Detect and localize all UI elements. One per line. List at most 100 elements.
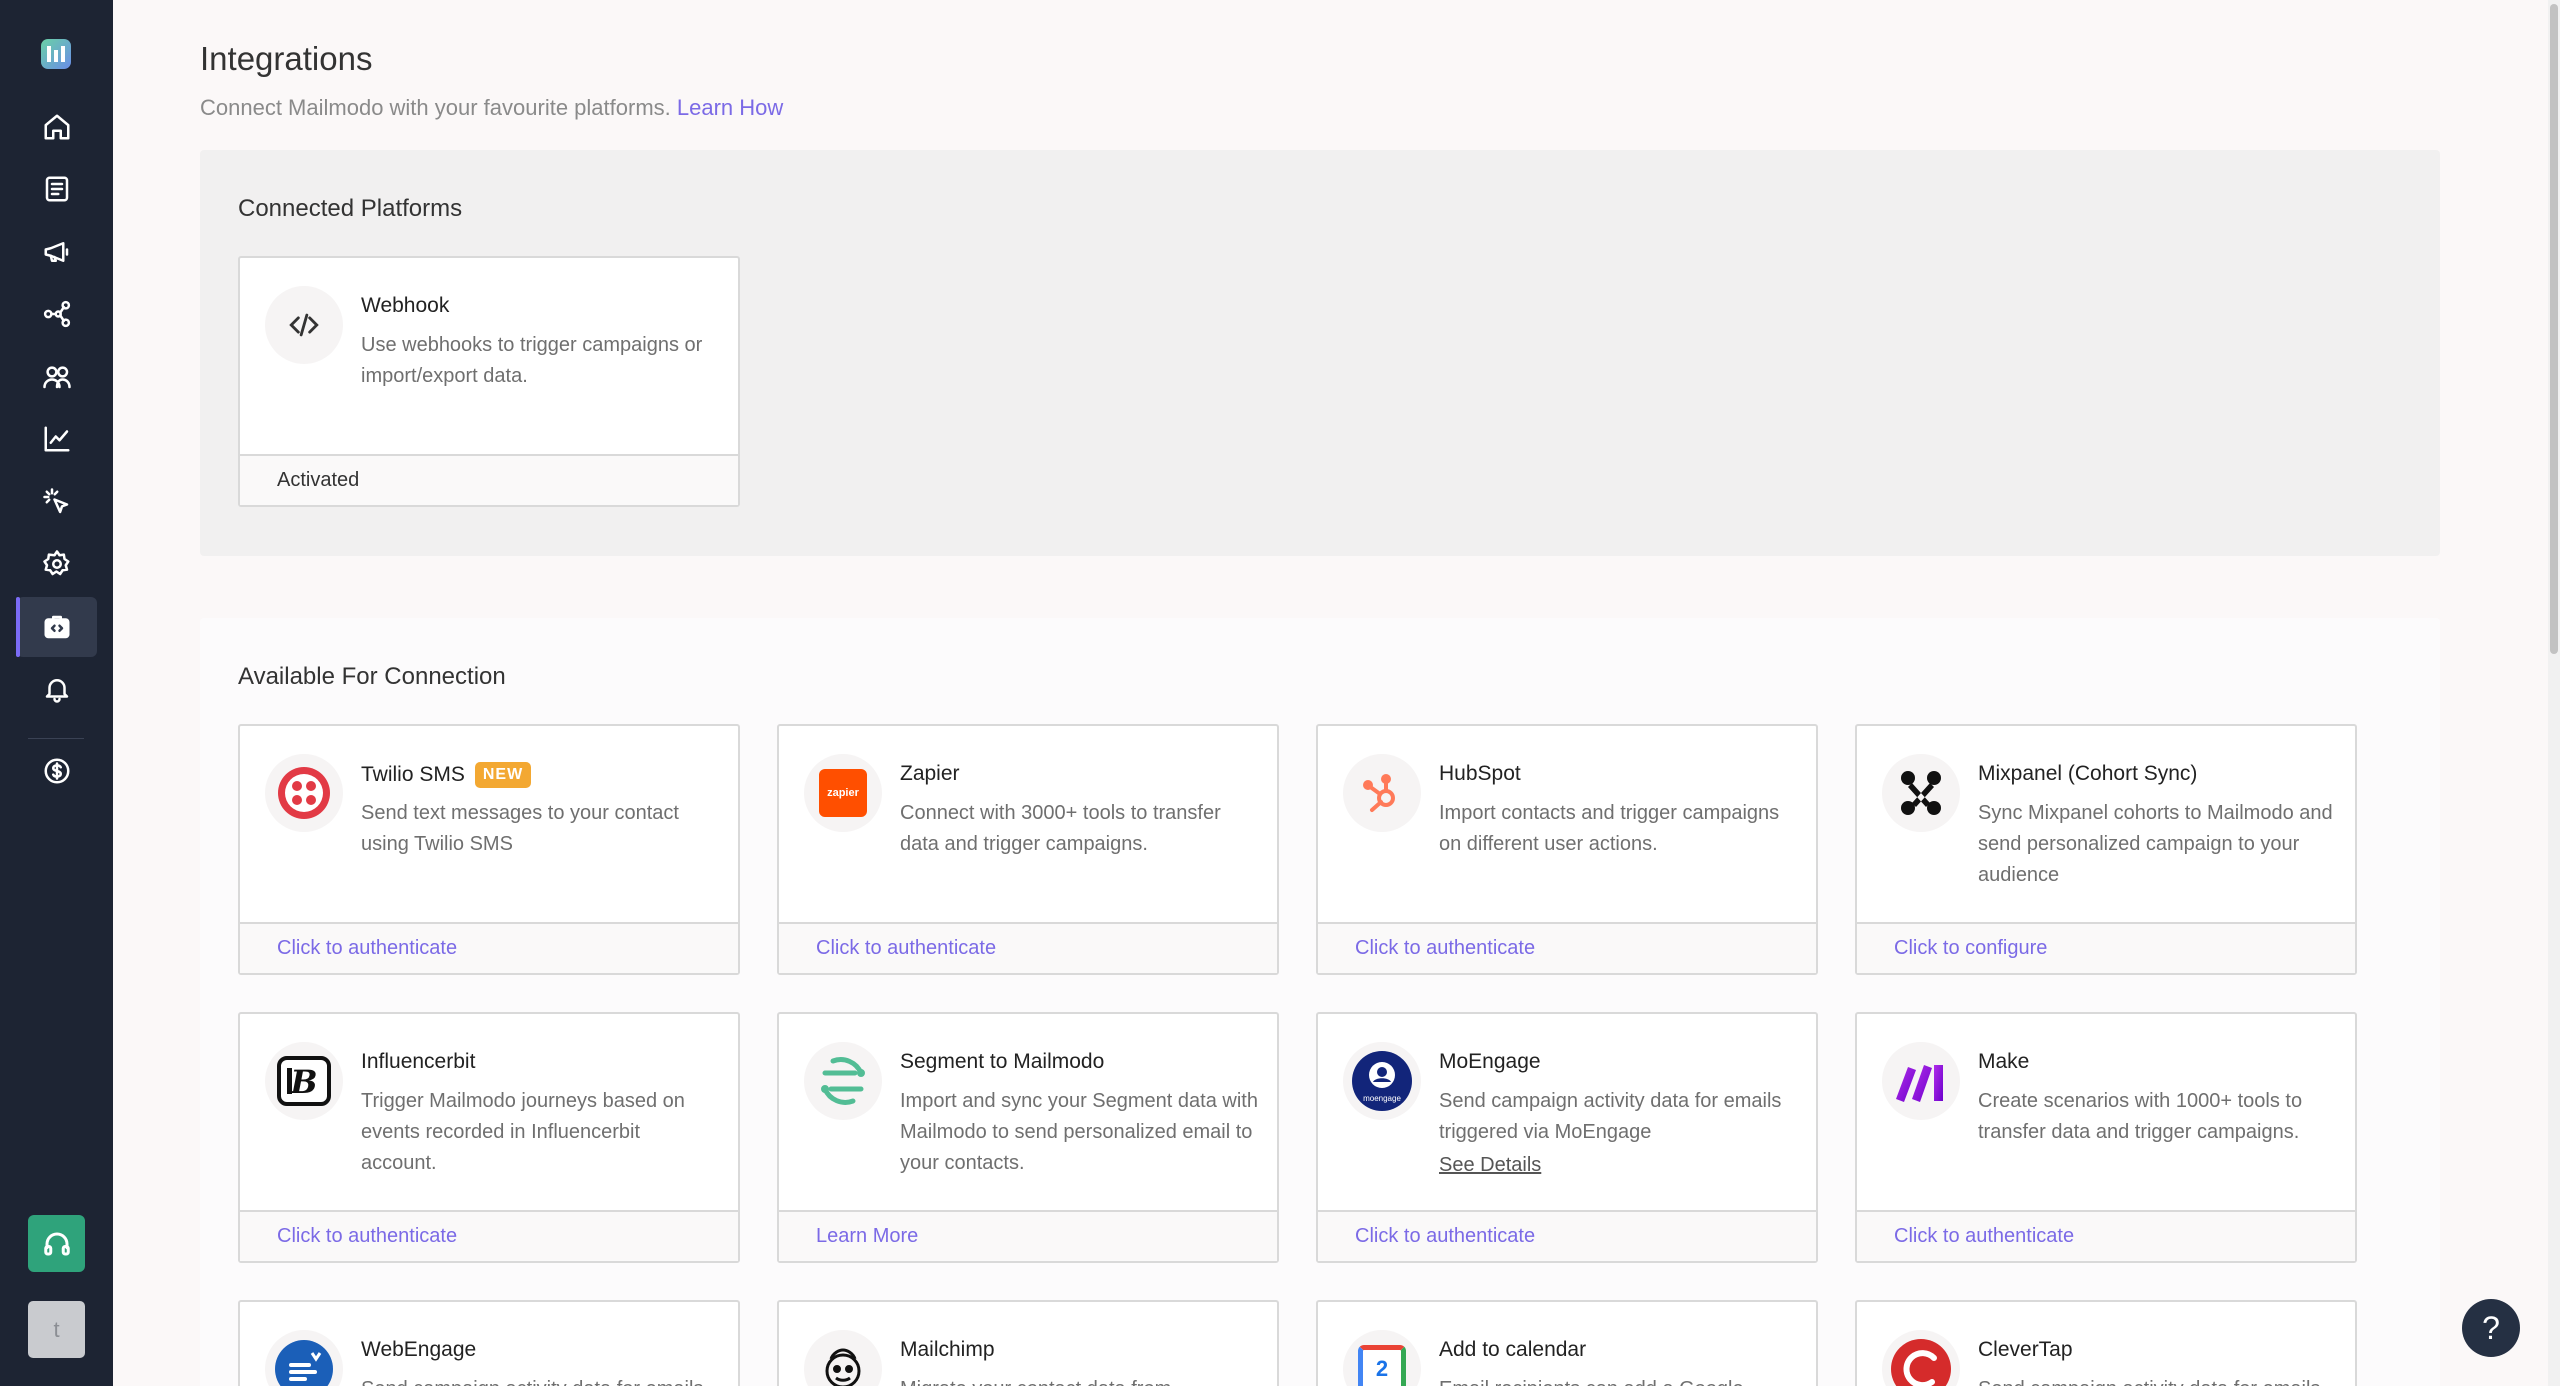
bell-icon — [45, 679, 69, 703]
card-name: Influencerbit — [361, 1050, 476, 1073]
integration-card-add-to-calendar[interactable]: 2 Add to calendar Email recipients can a… — [1316, 1300, 1818, 1386]
gear-icon — [43, 550, 70, 576]
page-title: Integrations — [200, 40, 373, 77]
nav-contacts[interactable] — [17, 347, 97, 407]
integration-card-zapier[interactable]: zapier Zapier Connect with 3000+ tools t… — [777, 724, 1279, 975]
home-icon — [44, 114, 70, 140]
card-name-text: Twilio SMS — [361, 763, 465, 786]
sidebar: t — [0, 0, 113, 1386]
card-name: Twilio SMS NEW — [361, 762, 532, 788]
card-description: Use webhooks to trigger campaigns or imp… — [361, 334, 703, 387]
integration-card-influencerbit[interactable]: B Influencerbit Trigger Mailmodo journey… — [238, 1012, 740, 1263]
card-name: Zapier — [900, 762, 960, 785]
integration-card-mixpanel[interactable]: Mixpanel (Cohort Sync) Sync Mixpanel coh… — [1855, 724, 2357, 975]
learn-how-link[interactable]: Learn How — [677, 95, 783, 120]
twilio-icon — [265, 754, 343, 832]
megaphone-icon — [44, 242, 69, 262]
section-title: Available For Connection — [238, 663, 506, 690]
card-name: Webhook — [361, 294, 450, 317]
journey-icon — [43, 300, 71, 328]
code-icon — [265, 286, 343, 364]
authenticate-link[interactable]: Click to authenticate — [1318, 1210, 1816, 1261]
available-section: Available For Connection Twilio SMS NEW S… — [200, 618, 2440, 1386]
document-icon — [45, 176, 69, 202]
integration-card-hubspot[interactable]: HubSpot Import contacts and trigger camp… — [1316, 724, 1818, 975]
nav-notifications[interactable] — [17, 659, 97, 719]
connected-platforms-section: Connected Platforms Webhook Use webhooks… — [200, 150, 2440, 556]
card-description: Email recipients can add a Google — [1439, 1374, 1799, 1386]
nav-templates[interactable] — [17, 159, 97, 219]
page-subtitle: Connect Mailmodo with your favourite pla… — [200, 95, 783, 121]
card-name: Mailchimp — [900, 1338, 995, 1361]
subtitle-text: Connect Mailmodo with your favourite pla… — [200, 95, 671, 120]
moengage-logo: moengage — [1352, 1051, 1412, 1111]
nav-home[interactable] — [17, 97, 97, 157]
page-scrollbar[interactable] — [2548, 0, 2560, 1386]
authenticate-link[interactable]: Click to authenticate — [240, 1210, 738, 1261]
learn-more-link[interactable]: Learn More — [779, 1210, 1277, 1261]
card-name: Mixpanel (Cohort Sync) — [1978, 762, 2198, 785]
card-name: MoEngage — [1439, 1050, 1541, 1073]
support-button[interactable] — [28, 1215, 85, 1272]
integration-card-webhook[interactable]: Webhook Use webhooks to trigger campaign… — [238, 256, 740, 507]
avatar[interactable]: t — [28, 1301, 85, 1358]
billing-icon — [44, 758, 70, 784]
authenticate-link[interactable]: Click to authenticate — [779, 922, 1277, 973]
zapier-icon: zapier — [804, 754, 882, 832]
card-name: Segment to Mailmodo — [900, 1050, 1105, 1073]
analytics-icon — [44, 426, 70, 452]
card-description: Import and sync your Segment data with M… — [900, 1090, 1258, 1174]
integration-card-mailchimp[interactable]: Mailchimp Migrate your contact data from — [777, 1300, 1279, 1386]
segment-icon — [804, 1042, 882, 1120]
integration-card-webengage[interactable]: WebEngage Send campaign activity data fo… — [238, 1300, 740, 1386]
nav-campaigns[interactable] — [17, 222, 97, 282]
card-description: Create scenarios with 1000+ tools to tra… — [1978, 1090, 2303, 1143]
card-name: HubSpot — [1439, 762, 1521, 785]
card-name: WebEngage — [361, 1338, 477, 1361]
card-description: Import contacts and trigger campaigns on… — [1439, 802, 1780, 855]
integration-card-segment[interactable]: Segment to Mailmodo Import and sync your… — [777, 1012, 1279, 1263]
integration-card-twilio[interactable]: Twilio SMS NEW Send text messages to your… — [238, 724, 740, 975]
moengage-icon: moengage — [1343, 1042, 1421, 1120]
hubspot-icon — [1343, 754, 1421, 832]
card-description: Send campaign activity data for emails t… — [1439, 1090, 1782, 1143]
influencerbit-icon: B — [265, 1042, 343, 1120]
nav-billing[interactable] — [17, 741, 97, 801]
calendar-icon: 2 — [1343, 1330, 1421, 1386]
see-details-link[interactable]: See Details — [1439, 1154, 1541, 1177]
moengage-logo-text: moengage — [1363, 1094, 1401, 1103]
scrollbar-thumb[interactable] — [2550, 4, 2558, 654]
authenticate-link[interactable]: Click to authenticate — [1857, 1210, 2355, 1261]
card-description: Sync Mixpanel cohorts to Mailmodo and se… — [1978, 802, 2333, 886]
card-description: Connect with 3000+ tools to transfer dat… — [900, 802, 1221, 855]
card-status: Activated — [240, 454, 738, 505]
card-name: CleverTap — [1978, 1338, 2073, 1361]
calendar-date: 2 — [1358, 1345, 1406, 1386]
nav-analytics[interactable] — [17, 409, 97, 469]
clevertap-icon — [1882, 1330, 1960, 1386]
mailchimp-icon — [804, 1330, 882, 1386]
card-name: Make — [1978, 1050, 2030, 1073]
headset-icon — [43, 1232, 70, 1255]
integrations-icon — [44, 615, 70, 639]
section-title: Connected Platforms — [238, 195, 463, 222]
sidebar-divider — [28, 738, 84, 739]
authenticate-link[interactable]: Click to authenticate — [240, 922, 738, 973]
nav-integrations[interactable] — [16, 597, 97, 657]
card-description: Send campaign activity data for emails — [361, 1374, 721, 1386]
nav-journeys[interactable] — [17, 284, 97, 344]
mailmodo-logo-icon[interactable] — [41, 39, 71, 69]
integration-card-make[interactable]: Make Create scenarios with 1000+ tools t… — [1855, 1012, 2357, 1263]
card-description: Trigger Mailmodo journeys based on event… — [361, 1090, 685, 1174]
configure-link[interactable]: Click to configure — [1857, 922, 2355, 973]
integration-card-clevertap[interactable]: CleverTap Send campaign activity data fo… — [1855, 1300, 2357, 1386]
card-name: Add to calendar — [1439, 1338, 1587, 1361]
authenticate-link[interactable]: Click to authenticate — [1318, 922, 1816, 973]
contacts-icon — [43, 366, 71, 389]
integration-card-moengage[interactable]: moengage MoEngage Send campaign activity… — [1316, 1012, 1818, 1263]
nav-settings[interactable] — [17, 534, 97, 594]
new-badge: NEW — [474, 762, 532, 788]
click-icon — [43, 488, 69, 514]
help-button[interactable]: ? — [2462, 1299, 2520, 1357]
nav-events[interactable] — [17, 472, 97, 532]
